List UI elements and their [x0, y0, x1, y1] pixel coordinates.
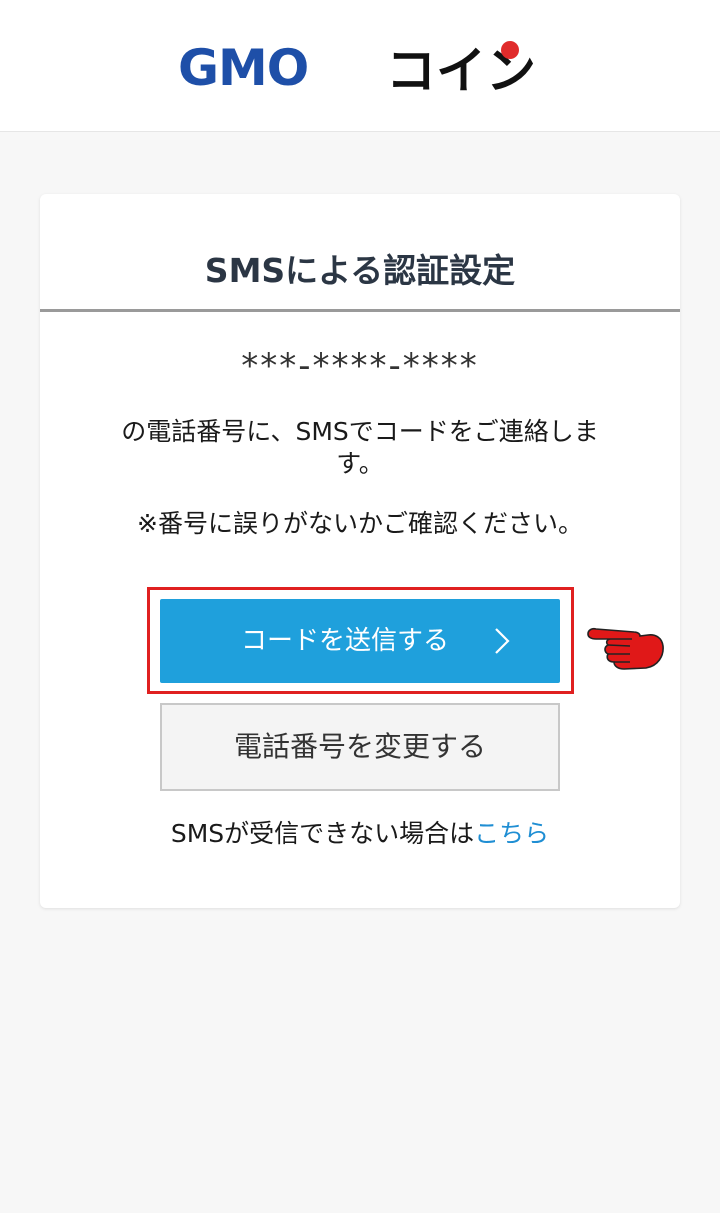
- logo-dot-icon: [501, 41, 519, 59]
- chevron-right-icon: [495, 628, 510, 654]
- logo-gmo-text: GMO: [178, 39, 308, 94]
- sms-auth-card: SMSによる認証設定 ***-****-**** の電話番号に、SMSでコードを…: [40, 194, 680, 908]
- page-header: GMO コイン: [0, 0, 720, 132]
- page-title: SMSによる認証設定: [40, 194, 680, 312]
- masked-phone-number: ***-****-****: [241, 346, 479, 386]
- send-code-label: コードを送信する: [240, 626, 449, 656]
- sms-help-label: SMSが受信できない場合は: [170, 819, 475, 848]
- sms-help-link[interactable]: こちら: [474, 819, 549, 848]
- change-phone-button[interactable]: 電話番号を変更する: [160, 703, 560, 791]
- gmo-coin-logo: GMO コイン: [178, 39, 536, 94]
- send-code-button[interactable]: コードを送信する: [160, 599, 560, 683]
- confirm-note: ※番号に誤りがないかご確認ください。: [137, 509, 583, 538]
- pointing-hand-icon: [587, 627, 664, 670]
- sms-message: の電話番号に、SMSでコードをご連絡します。: [121, 417, 599, 478]
- sms-help-text: SMSが受信できない場合はこちら: [40, 814, 680, 850]
